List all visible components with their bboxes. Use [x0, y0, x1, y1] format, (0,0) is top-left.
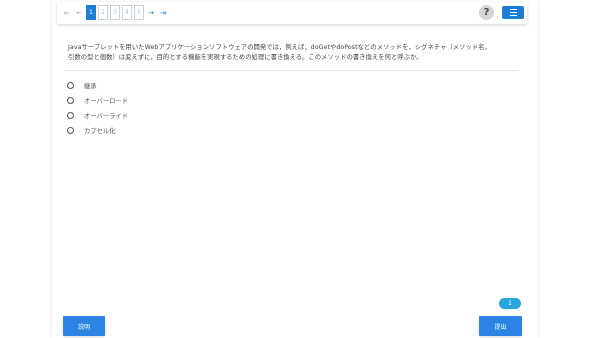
option-label-3: オーバーライド	[84, 113, 129, 120]
option-label-4: カプセル化	[84, 128, 116, 135]
page-indicator-pill[interactable]: 1	[499, 298, 521, 309]
pagination: ⇤ ← 1 2 3 4 5 → ⇥	[62, 5, 168, 20]
option-1[interactable]: 継承	[67, 78, 128, 93]
answer-options: 継承 オーバーロード オーバーライド カプセル化	[67, 78, 128, 138]
explain-button[interactable]: 説明	[63, 316, 105, 336]
page-button-5[interactable]: 5	[134, 5, 144, 20]
grid-icon	[509, 9, 517, 16]
page: ⇤ ← 1 2 3 4 5 → ⇥ ? Javaサーブレットを用いたWebアプリ…	[0, 0, 600, 338]
radio-option-2[interactable]	[67, 97, 74, 104]
radio-option-3[interactable]	[67, 112, 74, 119]
toolbar: ⇤ ← 1 2 3 4 5 → ⇥ ?	[57, 2, 527, 24]
help-button[interactable]: ?	[479, 5, 494, 20]
radio-option-4[interactable]	[67, 127, 74, 134]
divider	[64, 70, 518, 71]
page-button-1[interactable]: 1	[86, 5, 96, 20]
option-3[interactable]: オーバーライド	[67, 108, 128, 123]
submit-button[interactable]: 提出	[479, 316, 522, 336]
option-2[interactable]: オーバーロード	[67, 93, 128, 108]
question-text: Javaサーブレットを用いたWebアプリケーションソフトウェアの開発では，例えば…	[68, 43, 518, 63]
option-label-1: 継承	[84, 83, 97, 90]
question-line-1: Javaサーブレットを用いたWebアプリケーションソフトウェアの開発では，例えば…	[68, 44, 491, 51]
page-button-4[interactable]: 4	[122, 5, 132, 20]
page-button-2[interactable]: 2	[98, 5, 108, 20]
first-page-icon[interactable]: ⇤	[62, 5, 72, 20]
grid-menu-button[interactable]	[502, 6, 524, 19]
next-page-icon[interactable]: →	[146, 5, 156, 20]
prev-page-icon[interactable]: ←	[74, 5, 84, 20]
radio-option-1[interactable]	[67, 82, 74, 89]
option-4[interactable]: カプセル化	[67, 123, 128, 138]
option-label-2: オーバーロード	[84, 98, 129, 105]
question-line-2: 引数の型と個数）は変えずに，目的とする機能を実現するための処理に書き換える。この…	[68, 54, 423, 61]
last-page-icon[interactable]: ⇥	[158, 5, 168, 20]
page-button-3[interactable]: 3	[110, 5, 120, 20]
